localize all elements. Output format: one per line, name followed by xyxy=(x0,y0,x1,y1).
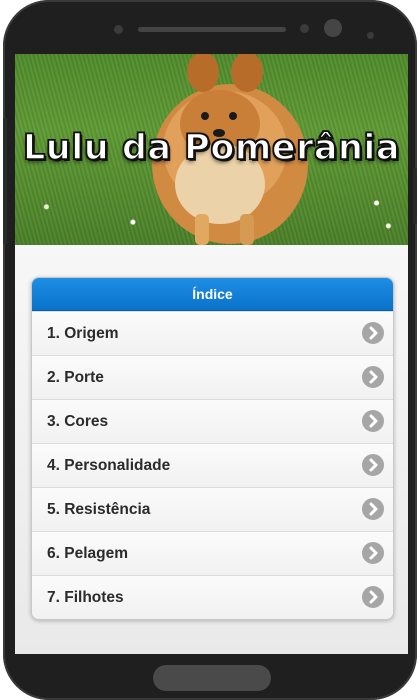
sensor-dot xyxy=(114,25,123,34)
app-screen: Lulu da Pomerânia Índice 1. Origem 2. Po… xyxy=(15,54,408,654)
list-item-label: 3. Cores xyxy=(47,413,109,430)
main-content: Índice 1. Origem 2. Porte 3. Cores 4. Pe… xyxy=(15,245,408,654)
chevron-right-icon xyxy=(362,454,384,476)
front-camera xyxy=(324,19,342,37)
chevron-right-icon xyxy=(362,542,384,564)
list-item-origem[interactable]: 1. Origem xyxy=(32,311,393,355)
list-item-label: 2. Porte xyxy=(47,369,104,386)
phone-frame: Lulu da Pomerânia Índice 1. Origem 2. Po… xyxy=(3,0,417,700)
header-banner: Lulu da Pomerânia xyxy=(15,54,408,245)
volume-button xyxy=(3,118,7,244)
index-header: Índice xyxy=(32,278,393,311)
sensor-dot xyxy=(300,24,309,33)
list-item-pelagem[interactable]: 6. Pelagem xyxy=(32,531,393,575)
page-title: Lulu da Pomerânia xyxy=(22,127,400,169)
list-item-porte[interactable]: 2. Porte xyxy=(32,355,393,399)
list-item-label: 6. Pelagem xyxy=(47,545,128,562)
list-item-filhotes[interactable]: 7. Filhotes xyxy=(32,575,393,619)
power-button xyxy=(413,168,417,224)
list-item-cores[interactable]: 3. Cores xyxy=(32,399,393,443)
list-item-label: 4. Personalidade xyxy=(47,457,171,474)
chevron-right-icon xyxy=(362,410,384,432)
list-item-resistencia[interactable]: 5. Resistência xyxy=(32,487,393,531)
chevron-right-icon xyxy=(362,366,384,388)
chevron-right-icon xyxy=(362,586,384,608)
chevron-right-icon xyxy=(362,322,384,344)
list-item-label: 5. Resistência xyxy=(47,501,151,518)
list-item-label: 7. Filhotes xyxy=(47,589,124,606)
sensor-dot xyxy=(367,32,374,39)
chevron-right-icon xyxy=(362,498,384,520)
home-button[interactable] xyxy=(153,665,271,691)
list-item-label: 1. Origem xyxy=(47,325,119,342)
index-list: Índice 1. Origem 2. Porte 3. Cores 4. Pe… xyxy=(31,277,394,620)
earpiece-speaker xyxy=(138,27,286,32)
list-item-personalidade[interactable]: 4. Personalidade xyxy=(32,443,393,487)
